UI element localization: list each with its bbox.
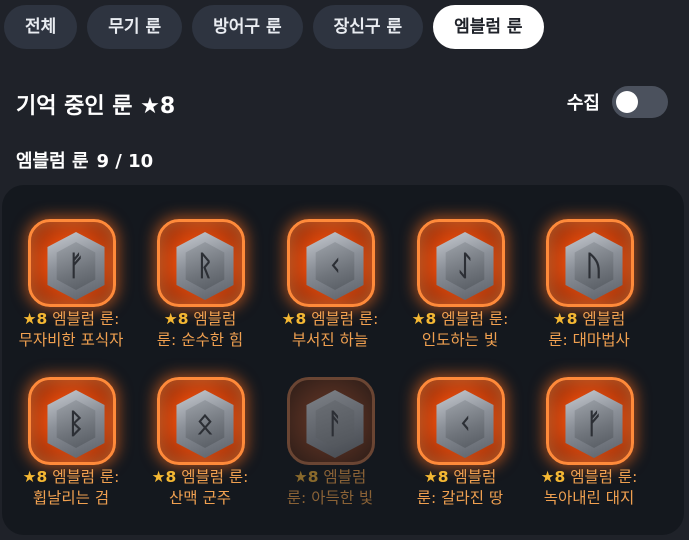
collect-toggle[interactable] <box>612 86 668 118</box>
rune-frame: ᛟ <box>157 377 245 465</box>
rune-name-line2: 룬: 아득한 빛 <box>286 489 374 507</box>
rune-glyph: ᚲ <box>456 407 474 440</box>
rune-name-line2: 녹아내린 대지 <box>543 489 635 507</box>
rune-name: ★8 엠블럼 룬: 녹아내린 대지 <box>524 467 654 509</box>
rune-frame: ᚱ <box>157 219 245 307</box>
rune-glyph: ᚲ <box>326 249 344 282</box>
tab-emblem-rune[interactable]: 엠블럼 룬 <box>433 5 544 49</box>
tab-weapon-rune[interactable]: 무기 룬 <box>87 5 183 49</box>
star-rating: ★8 <box>293 468 319 486</box>
rune-name-prefix: 엠블럼 룬: <box>181 468 249 486</box>
star-rating: ★8 <box>22 468 48 486</box>
collect-label: 수집 <box>566 93 600 114</box>
rune-card[interactable]: ᚲ ★8 엠블럼 룬: 갈라진 땅 <box>395 343 525 507</box>
star-rating: ★8 <box>281 310 307 328</box>
rune-glyph: ᚢ <box>585 249 603 282</box>
rune-name: ★8 엠블럼 룬: 아득한 빛 <box>265 467 395 509</box>
title-row: 기억 중인 룬 ★8 수집 <box>16 84 668 120</box>
toggle-knob <box>616 91 638 113</box>
rune-glyph: ᚱ <box>196 249 214 282</box>
rune-raido-icon: ᚱ <box>176 232 234 300</box>
rune-glyph: ᛒ <box>67 407 85 440</box>
rune-card[interactable]: ᛇ ★8 엠블럼 룬: 인도하는 빛 <box>395 185 525 349</box>
rune-name-prefix: 엠블럼 룬: <box>52 310 120 328</box>
rune-feoh-icon: ᚠ <box>565 390 623 458</box>
rune-card[interactable]: ᚱ ★8 엠블럼 룬: 순수한 힘 <box>135 185 265 349</box>
tab-accessory-rune[interactable]: 장신구 룬 <box>312 5 424 49</box>
rune-grid: ᚠ ★8 엠블럼 룬: 무자비한 포식자 ᚱ ★8 엠블럼 룬: 순수한 힘 ᚲ ★8 엠블럼… <box>2 185 684 535</box>
rune-name-prefix: 엠블럼 <box>453 468 497 486</box>
tab-armor-rune[interactable]: 방어구 룬 <box>192 5 303 49</box>
rune-name-line1: ★8 엠블럼 <box>265 467 395 488</box>
rune-name-prefix: 엠블럼 <box>323 468 367 486</box>
rune-name: ★8 엠블럼 룬: 갈라진 땅 <box>395 467 525 509</box>
rune-ansuz-icon: ᚨ <box>306 390 364 458</box>
rune-name-line2: 휩날리는 검 <box>32 489 110 507</box>
tab-all[interactable]: 전체 <box>4 5 78 49</box>
rune-glyph: ᚠ <box>585 407 603 440</box>
rune-glyph: ᚠ <box>67 249 85 282</box>
page-title: 기억 중인 룬 ★8 <box>16 94 176 119</box>
star-rating: ★8 <box>552 310 578 328</box>
rune-glyph: ᛟ <box>196 407 214 440</box>
rune-name-line1: ★8 엠블럼 룬: <box>6 467 136 488</box>
rune-name-line1: ★8 엠블럼 <box>395 467 525 488</box>
rune-frame: ᚲ <box>287 219 375 307</box>
rune-frame: ᚠ <box>546 377 634 465</box>
star-rating: ★8 <box>22 310 48 328</box>
rune-name-prefix: 엠블럼 룬: <box>52 468 120 486</box>
rune-berkano-icon: ᛒ <box>47 390 105 458</box>
rune-kenaz-icon: ᚲ <box>306 232 364 300</box>
rune-uruz-icon: ᚢ <box>565 232 623 300</box>
rune-card[interactable]: ᚠ ★8 엠블럼 룬: 녹아내린 대지 <box>524 343 654 507</box>
rune-name-line1: ★8 엠블럼 <box>135 309 265 330</box>
rune-name-line1: ★8 엠블럼 룬: <box>135 467 265 488</box>
star-rating: ★8 <box>411 310 437 328</box>
rune-card[interactable]: ᚠ ★8 엠블럼 룬: 무자비한 포식자 <box>6 185 136 349</box>
rune-name-line1: ★8 엠블럼 룬: <box>6 309 136 330</box>
rune-name-line2: 룬: 갈라진 땅 <box>416 489 504 507</box>
rune-card[interactable]: ᚨ ★8 엠블럼 룬: 아득한 빛 <box>265 343 395 507</box>
rune-name-line2: 산맥 군주 <box>169 489 231 507</box>
star-rating: ★8 <box>423 468 449 486</box>
collect-filter: 수집 <box>567 86 668 118</box>
rune-name-prefix: 엠블럼 룬: <box>570 468 638 486</box>
star-rating: ★8 <box>163 310 189 328</box>
rune-frame: ᛒ <box>28 377 116 465</box>
rune-frame: ᚨ <box>287 377 375 465</box>
rune-frame: ᛇ <box>417 219 505 307</box>
rune-othala-icon: ᛟ <box>176 390 234 458</box>
section-label: 엠블럼 룬 <box>16 151 89 172</box>
rune-card[interactable]: ᛟ ★8 엠블럼 룬: 산맥 군주 <box>135 343 265 507</box>
star-rating: ★8 <box>151 468 177 486</box>
rune-frame: ᚲ <box>417 377 505 465</box>
rune-name-line1: ★8 엠블럼 <box>524 309 654 330</box>
rune-name-line1: ★8 엠블럼 룬: <box>395 309 525 330</box>
rune-card[interactable]: ᚲ ★8 엠블럼 룬: 부서진 하늘 <box>265 185 395 349</box>
rune-kaun-icon: ᚲ <box>436 390 494 458</box>
rune-frame: ᚢ <box>546 219 634 307</box>
rune-name-prefix: 엠블럼 룬: <box>311 310 379 328</box>
rune-name-prefix: 엠블럼 <box>582 310 626 328</box>
rune-name-prefix: 엠블럼 룬: <box>441 310 509 328</box>
rune-eihwaz-icon: ᛇ <box>436 232 494 300</box>
rune-card[interactable]: ᛒ ★8 엠블럼 룬: 휩날리는 검 <box>6 343 136 507</box>
rune-glyph: ᚨ <box>326 407 344 440</box>
rune-frame: ᚠ <box>28 219 116 307</box>
rune-name: ★8 엠블럼 룬: 휩날리는 검 <box>6 467 136 509</box>
section-heading: 엠블럼 룬 9 / 10 <box>16 147 153 173</box>
collection-count: 9 / 10 <box>96 151 154 172</box>
rune-name-prefix: 엠블럼 <box>193 310 237 328</box>
rune-name-line1: ★8 엠블럼 룬: <box>524 467 654 488</box>
star-rating: ★8 <box>540 468 566 486</box>
rune-glyph: ᛇ <box>456 249 474 282</box>
rune-fehu-icon: ᚠ <box>47 232 105 300</box>
rune-category-tabs: 전체 무기 룬 방어구 룬 장신구 룬 엠블럼 룬 <box>4 5 544 49</box>
rune-card[interactable]: ᚢ ★8 엠블럼 룬: 대마법사 <box>524 185 654 349</box>
rune-name: ★8 엠블럼 룬: 산맥 군주 <box>135 467 265 509</box>
rune-name-line1: ★8 엠블럼 룬: <box>265 309 395 330</box>
